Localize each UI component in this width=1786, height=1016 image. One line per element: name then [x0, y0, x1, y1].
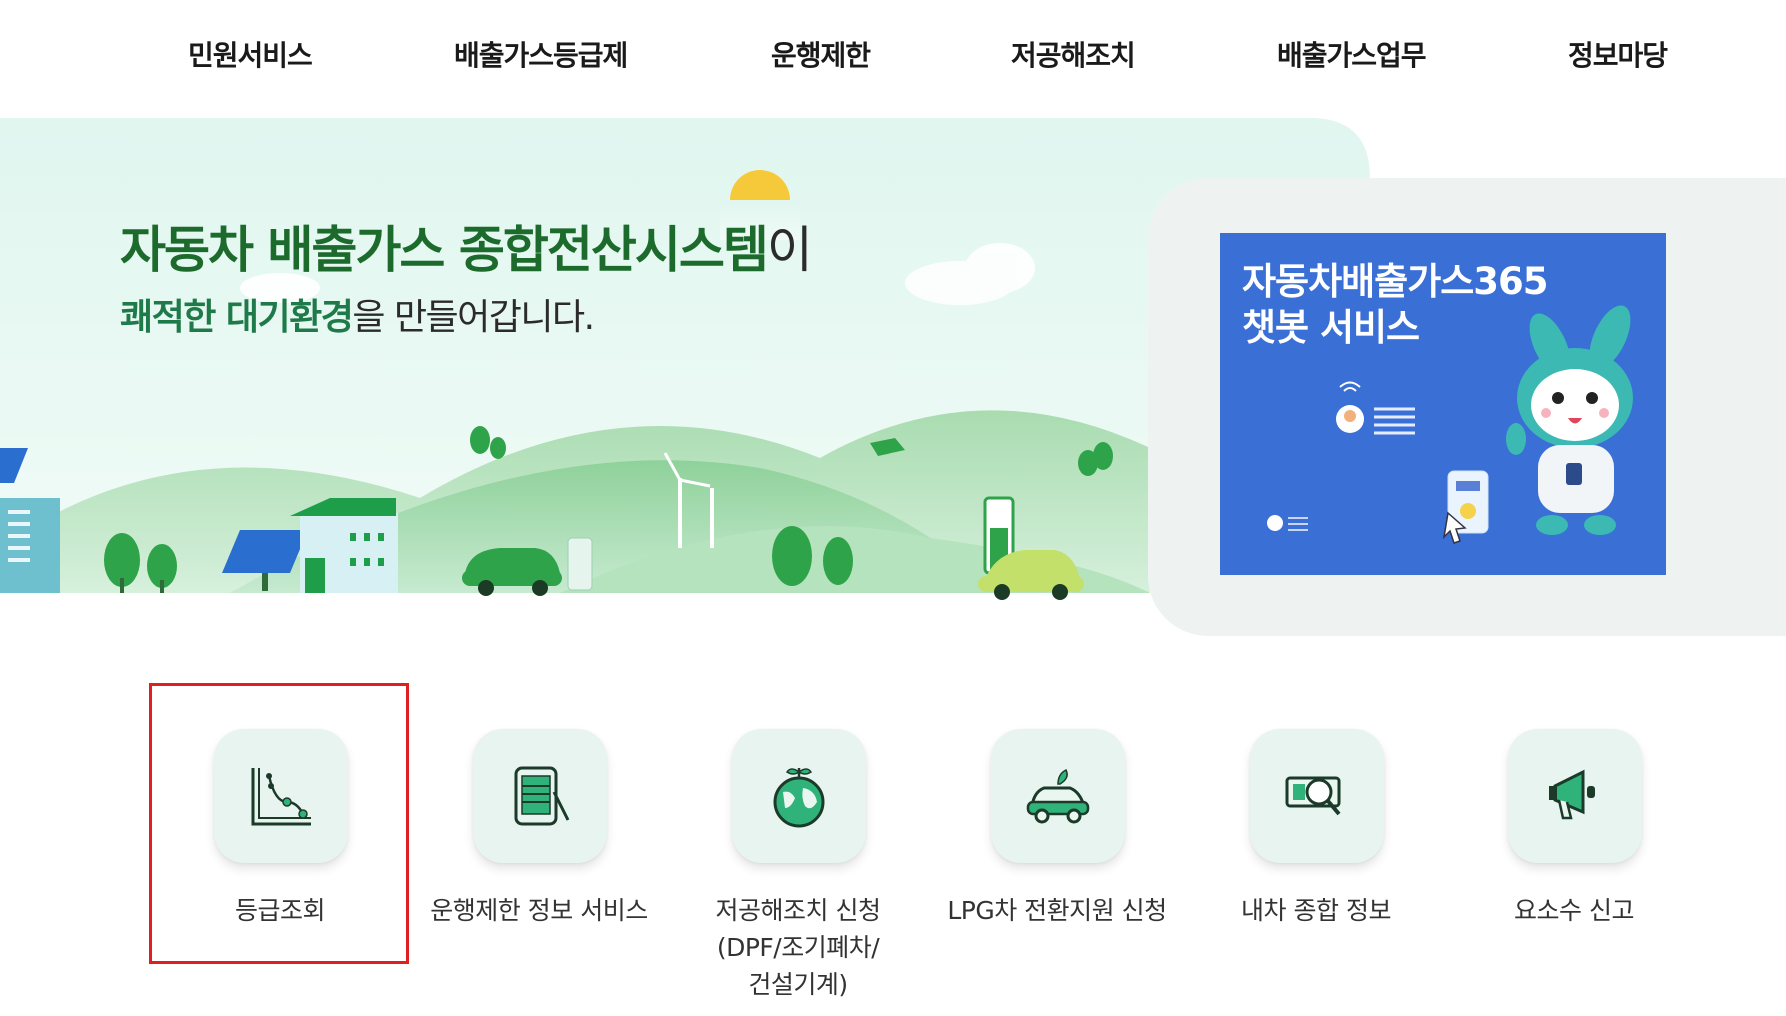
hero-title: 자동차 배출가스 종합전산시스템이 [120, 210, 813, 282]
quick-item-tile [991, 729, 1125, 863]
quick-item-urea-report[interactable]: 요소수 신고 [1444, 680, 1704, 1010]
nav-item-civil-service[interactable]: 민원서비스 [188, 34, 313, 74]
tablet-pen-icon [514, 766, 570, 826]
hero-subtitle-tail: 을 만들어갑니다. [352, 297, 595, 338]
quick-item-label: LPG차 전환지원 신청 [947, 896, 1167, 925]
quick-item-tile [732, 729, 866, 863]
quick-menu: 등급조회 운행제한 정보 서비스 저공해조치 신청 (DPF/조기폐차/ 건설기… [0, 680, 1786, 1016]
nav-item-emission-work[interactable]: 배출가스업무 [1277, 34, 1427, 74]
quick-item-label-line1: 저공해조치 신청 [715, 896, 881, 925]
wifi-icon [1339, 381, 1361, 392]
eco-globe-icon [773, 768, 825, 828]
quick-item-low-emission-apply[interactable]: 저공해조치 신청 (DPF/조기폐차/ 건설기계) [668, 680, 928, 1010]
hero-subtitle: 쾌적한 대기환경을 만들어갑니다. [120, 288, 595, 340]
nav-item-low-emission[interactable]: 저공해조치 [1011, 34, 1136, 74]
nav-item-emission-grade[interactable]: 배출가스등급제 [454, 34, 628, 74]
eco-car-icon [1026, 768, 1090, 824]
quick-item-tile [214, 729, 348, 863]
quick-item-label: 내차 종합 정보 [1241, 896, 1391, 925]
quick-item-my-car-info[interactable]: 내차 종합 정보 [1186, 680, 1446, 1010]
chatbot-mascot-illustration [1267, 305, 1633, 544]
quick-item-grade-lookup[interactable]: 등급조회 [150, 680, 410, 1010]
hero-title-main: 자동차 배출가스 종합전산시스템 [120, 221, 769, 279]
quick-item-label: 저공해조치 신청 (DPF/조기폐차/ 건설기계) [658, 892, 938, 1003]
quick-item-label: 요소수 신고 [1514, 896, 1634, 925]
hero-subtitle-emphasis: 쾌적한 대기환경 [120, 297, 354, 338]
nav-item-driving-restriction[interactable]: 운행제한 [771, 34, 871, 74]
quick-item-tile [1508, 729, 1642, 863]
quick-item-label: 운행제한 정보 서비스 [430, 896, 648, 925]
quick-item-label-line3: 건설기계) [748, 970, 848, 999]
main-navigation: 민원서비스 배출가스등급제 운행제한 저공해조치 배출가스업무 정보마당 [0, 0, 1786, 118]
hero-title-tail: 이 [766, 221, 813, 279]
money-search-icon [1285, 776, 1341, 816]
quick-item-tile [473, 729, 607, 863]
quick-item-label-line2: (DPF/조기폐차/ [716, 933, 880, 962]
quick-item-restriction-info[interactable]: 운행제한 정보 서비스 [409, 680, 669, 1010]
chart-graph-icon [251, 768, 311, 826]
nav-item-info[interactable]: 정보마당 [1568, 34, 1668, 74]
quick-item-lpg-conversion[interactable]: LPG차 전환지원 신청 [927, 680, 1187, 1010]
chatbot-banner[interactable]: 자동차배출가스365 챗봇 서비스 [1220, 233, 1666, 575]
megaphone-icon [1549, 769, 1595, 820]
quick-item-label: 등급조회 [234, 896, 326, 925]
quick-item-tile [1250, 729, 1384, 863]
